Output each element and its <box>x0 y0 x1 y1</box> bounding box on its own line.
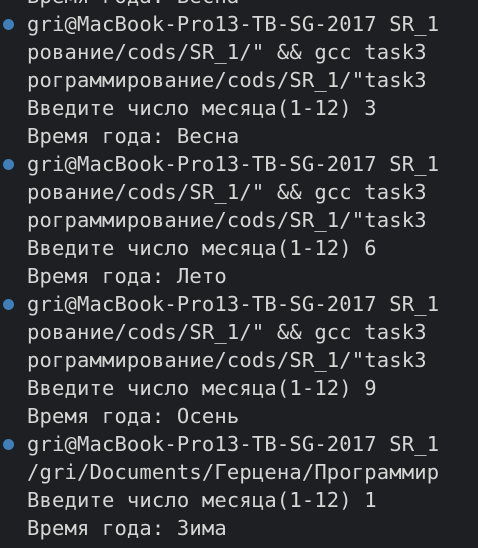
output-line: Введите число месяца(1-12) 9 <box>0 374 478 402</box>
output-line: /gri/Documents/Герцена/Программир <box>0 458 478 486</box>
output-line: Время года: Осень <box>0 402 478 430</box>
line-text: Введите число месяца(1-12) 6 <box>27 236 377 260</box>
output-line: рование/cods/SR_1/" && gcc task3 <box>0 178 478 206</box>
line-text: рование/cods/SR_1/" && gcc task3 <box>27 40 427 64</box>
line-text: gri@MacBook-Pro13-TB-SG-2017 SR_1 <box>27 12 440 36</box>
command-status-dot-icon[interactable] <box>3 159 14 170</box>
prompt-line: gri@MacBook-Pro13-TB-SG-2017 SR_1 <box>0 430 478 458</box>
line-text: рограммирование/cods/SR_1/"task3 <box>27 348 427 372</box>
command-status-dot-icon[interactable] <box>3 439 14 450</box>
command-status-dot-icon[interactable] <box>3 19 14 30</box>
line-text: /gri/Documents/Герцена/Программир <box>27 460 440 484</box>
terminal-lines: Время года: Весна gri@MacBook-Pro13-TB-SG… <box>0 0 478 542</box>
command-status-dot-icon[interactable] <box>3 299 14 310</box>
output-line: рограммирование/cods/SR_1/"task3 <box>0 66 478 94</box>
line-text: Введите число месяца(1-12) 1 <box>27 488 377 512</box>
line-text: Время года: Зима <box>27 516 227 540</box>
output-line: Введите число месяца(1-12) 3 <box>0 94 478 122</box>
output-line: Время года: Весна <box>0 0 478 10</box>
output-line: Введите число месяца(1-12) 1 <box>0 486 478 514</box>
line-text: рование/cods/SR_1/" && gcc task3 <box>27 180 427 204</box>
prompt-line: gri@MacBook-Pro13-TB-SG-2017 SR_1 <box>0 150 478 178</box>
output-line: рование/cods/SR_1/" && gcc task3 <box>0 318 478 346</box>
line-text: рование/cods/SR_1/" && gcc task3 <box>27 320 427 344</box>
prompt-line: gri@MacBook-Pro13-TB-SG-2017 SR_1 <box>0 290 478 318</box>
line-text: рограммирование/cods/SR_1/"task3 <box>27 208 427 232</box>
terminal-output[interactable]: Время года: Весна gri@MacBook-Pro13-TB-SG… <box>0 0 478 548</box>
line-text: gri@MacBook-Pro13-TB-SG-2017 SR_1 <box>27 292 440 316</box>
line-text: Время года: Весна <box>27 0 239 8</box>
line-text: Введите число месяца(1-12) 9 <box>27 376 377 400</box>
line-text: gri@MacBook-Pro13-TB-SG-2017 SR_1 <box>27 152 440 176</box>
output-line: Время года: Лето <box>0 262 478 290</box>
output-line: рограммирование/cods/SR_1/"task3 <box>0 206 478 234</box>
prompt-line: gri@MacBook-Pro13-TB-SG-2017 SR_1 <box>0 10 478 38</box>
line-text: gri@MacBook-Pro13-TB-SG-2017 SR_1 <box>27 432 440 456</box>
output-line: Время года: Зима <box>0 514 478 542</box>
output-line: рование/cods/SR_1/" && gcc task3 <box>0 38 478 66</box>
line-text: рограммирование/cods/SR_1/"task3 <box>27 68 427 92</box>
line-text: Введите число месяца(1-12) 3 <box>27 96 377 120</box>
output-line: Время года: Весна <box>0 122 478 150</box>
line-text: Время года: Весна <box>27 124 240 148</box>
line-text: Время года: Лето <box>27 264 227 288</box>
line-text: Время года: Осень <box>27 404 240 428</box>
output-line: Введите число месяца(1-12) 6 <box>0 234 478 262</box>
output-line: рограммирование/cods/SR_1/"task3 <box>0 346 478 374</box>
